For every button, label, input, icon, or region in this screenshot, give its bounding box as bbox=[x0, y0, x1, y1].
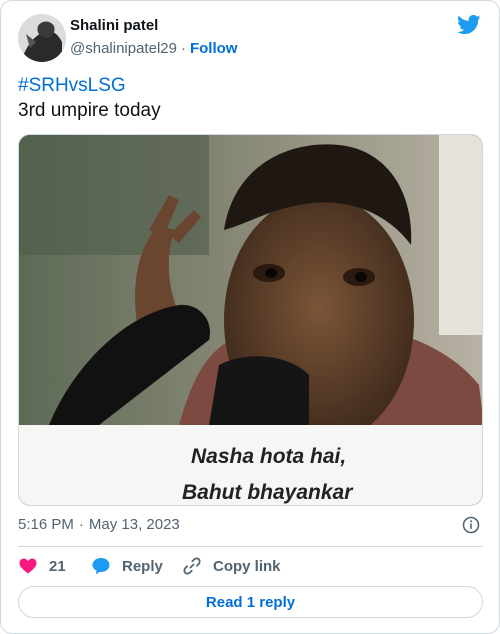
caption-line-2: Bahut bhayankar bbox=[182, 481, 353, 504]
hashtag-link[interactable]: #SRHvsLSG bbox=[18, 73, 161, 98]
twitter-bird-icon[interactable] bbox=[457, 15, 481, 35]
photo-scene bbox=[19, 135, 482, 425]
read-replies-button[interactable]: Read 1 reply bbox=[18, 586, 483, 618]
separator: · bbox=[78, 516, 84, 533]
info-icon[interactable] bbox=[462, 516, 480, 534]
avatar[interactable] bbox=[18, 14, 66, 62]
like-button[interactable]: 21 bbox=[18, 554, 66, 578]
copy-link-label: Copy link bbox=[213, 557, 281, 575]
author-handle[interactable]: @shalinipatel29 bbox=[70, 40, 177, 57]
tweet-card: Shalini patel @shalinipatel29 · Follow #SR… bbox=[0, 0, 500, 634]
speech-bubble-icon bbox=[92, 558, 110, 575]
author-handle-row: @shalinipatel29 · Follow bbox=[70, 40, 237, 57]
link-icon bbox=[183, 557, 201, 575]
tweet-body: 3rd umpire today bbox=[18, 100, 161, 121]
tweet-timestamp[interactable]: 5:16 PM · May 13, 2023 bbox=[18, 516, 180, 533]
tweet-text: #SRHvsLSG 3rd umpire today bbox=[18, 73, 161, 123]
divider bbox=[18, 546, 483, 547]
tweet-date: May 13, 2023 bbox=[88, 516, 180, 533]
author-name[interactable]: Shalini patel bbox=[70, 17, 158, 34]
tweet-photo[interactable]: Nasha hota hai, Bahut bhayankar bbox=[18, 134, 483, 506]
reply-button[interactable]: Reply bbox=[91, 554, 163, 578]
tweet-time: 5:16 PM bbox=[18, 516, 74, 533]
separator: · bbox=[180, 40, 186, 57]
heart-icon bbox=[19, 558, 37, 574]
follow-link[interactable]: Follow bbox=[190, 40, 238, 57]
reply-label: Reply bbox=[122, 557, 163, 575]
caption-line-1: Nasha hota hai, bbox=[191, 445, 347, 468]
copy-link-button[interactable]: Copy link bbox=[182, 554, 281, 578]
like-count: 21 bbox=[49, 557, 66, 575]
